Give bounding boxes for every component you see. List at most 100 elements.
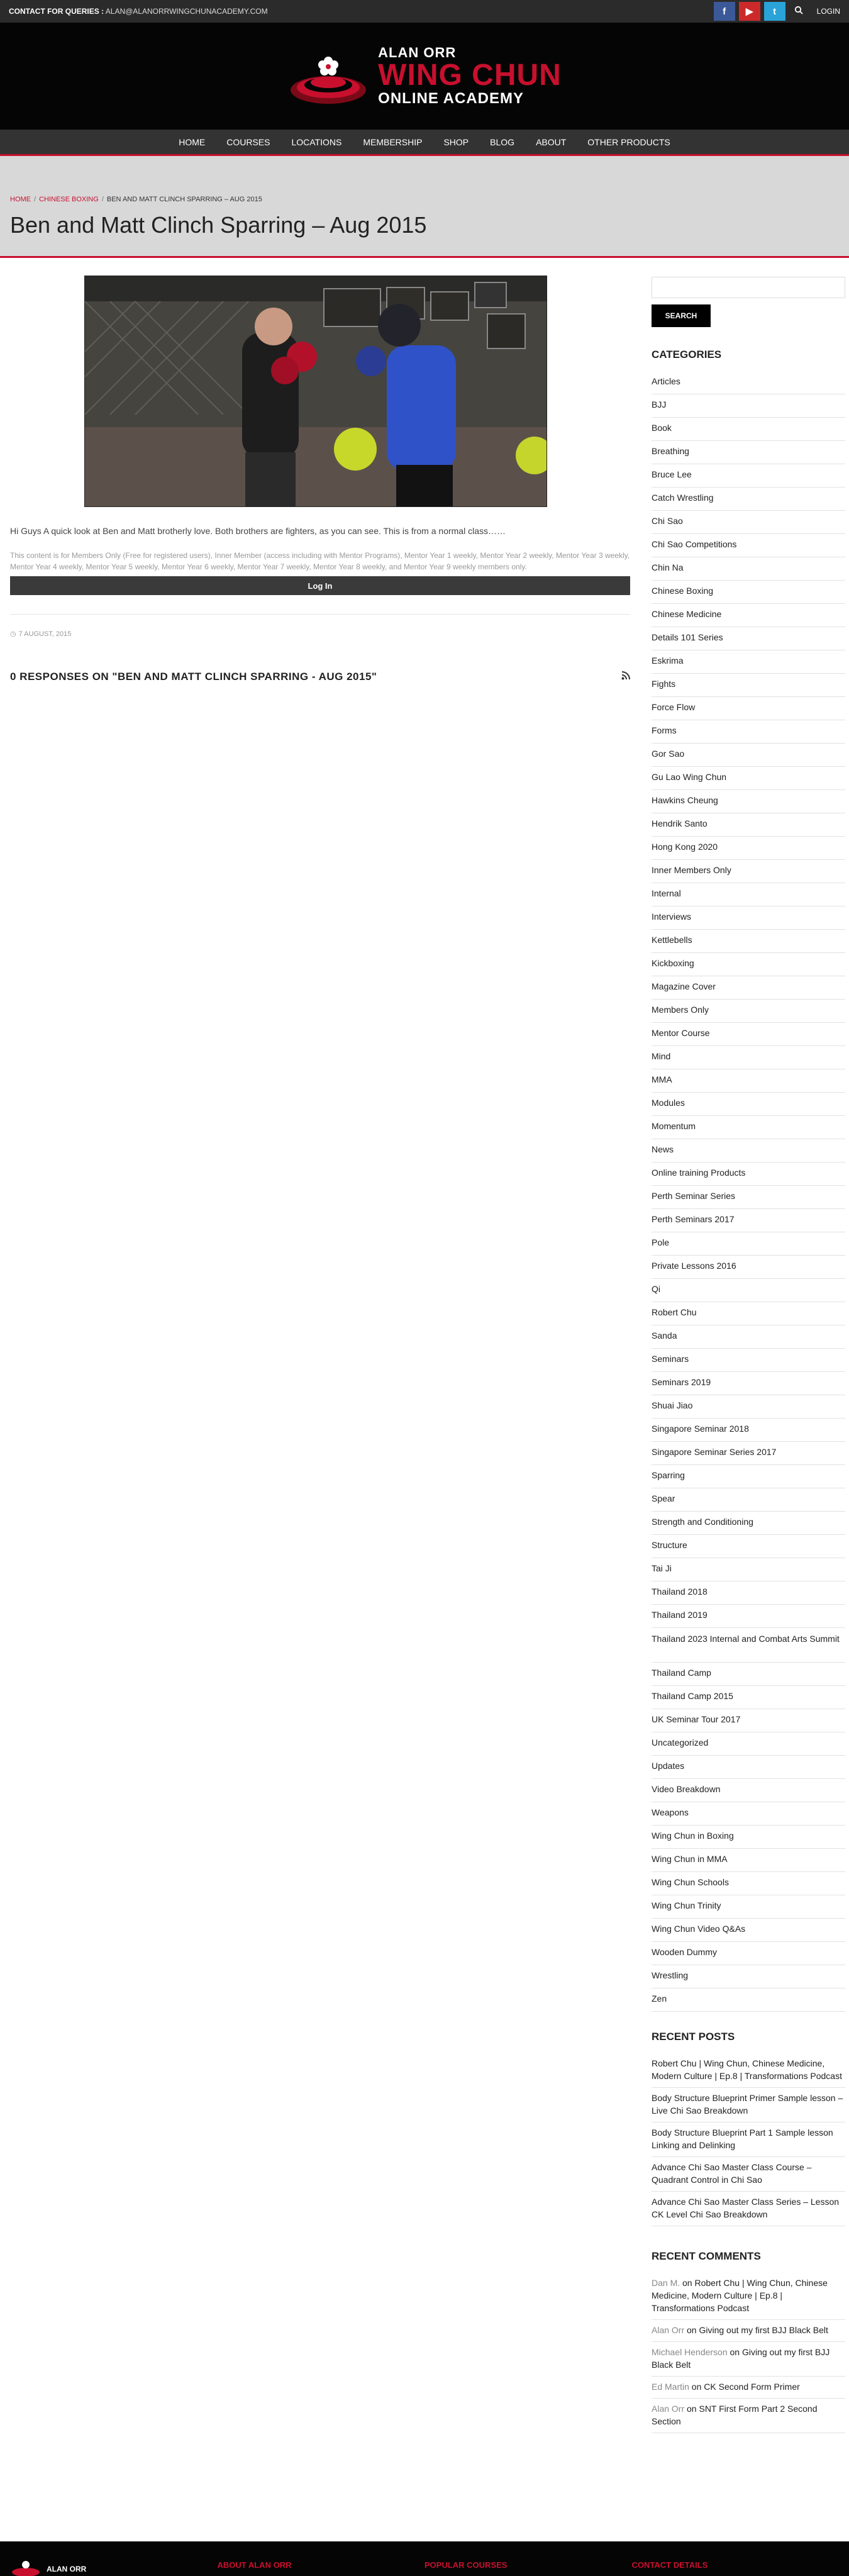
category-item[interactable]: Seminars	[652, 1349, 845, 1372]
category-item[interactable]: Private Lessons 2016	[652, 1256, 845, 1279]
comment-author[interactable]: Ed Martin	[652, 2382, 689, 2392]
category-item[interactable]: Sanda	[652, 1325, 845, 1349]
category-item[interactable]: Breathing	[652, 441, 845, 464]
category-item[interactable]: Thailand 2023 Internal and Combat Arts S…	[652, 1628, 845, 1663]
category-item[interactable]: Forms	[652, 720, 845, 744]
category-item[interactable]: Perth Seminars 2017	[652, 1209, 845, 1232]
category-item[interactable]: Articles	[652, 371, 845, 394]
category-item[interactable]: Gor Sao	[652, 744, 845, 767]
rss-icon[interactable]	[621, 671, 630, 683]
category-item[interactable]: Robert Chu	[652, 1302, 845, 1325]
category-item[interactable]: MMA	[652, 1069, 845, 1093]
category-item[interactable]: Fights	[652, 674, 845, 697]
search-button[interactable]: SEARCH	[652, 304, 711, 327]
category-item[interactable]: Eskrima	[652, 650, 845, 674]
category-item[interactable]: Wing Chun Schools	[652, 1872, 845, 1895]
category-item[interactable]: Interviews	[652, 906, 845, 930]
breadcrumb-category[interactable]: CHINESE BOXING	[39, 196, 99, 203]
footer-logo[interactable]: ALAN ORR	[10, 2541, 218, 2576]
category-item[interactable]: Wrestling	[652, 1965, 845, 1988]
category-item[interactable]: Mind	[652, 1046, 845, 1069]
category-item[interactable]: Seminars 2019	[652, 1372, 845, 1395]
youtube-icon[interactable]: ▶	[738, 2, 760, 21]
category-item[interactable]: Book	[652, 418, 845, 441]
category-item[interactable]: Wing Chun Video Q&As	[652, 1919, 845, 1942]
category-item[interactable]: Weapons	[652, 1802, 845, 1826]
category-item[interactable]: Hendrik Santo	[652, 813, 845, 837]
category-item[interactable]: Tai Ji	[652, 1558, 845, 1581]
comment-author[interactable]: Michael Henderson	[652, 2347, 728, 2357]
nav-shop[interactable]: SHOP	[433, 129, 479, 155]
category-item[interactable]: Wooden Dummy	[652, 1942, 845, 1965]
category-item[interactable]: Mentor Course	[652, 1023, 845, 1046]
category-item[interactable]: Pole	[652, 1232, 845, 1256]
category-item[interactable]: Kettlebells	[652, 930, 845, 953]
nav-locations[interactable]: LOCATIONS	[280, 129, 352, 155]
twitter-icon[interactable]: t	[763, 2, 785, 21]
category-item[interactable]: Details 101 Series	[652, 627, 845, 650]
category-item[interactable]: Gu Lao Wing Chun	[652, 767, 845, 790]
category-item[interactable]: Sparring	[652, 1465, 845, 1488]
category-item[interactable]: UK Seminar Tour 2017	[652, 1709, 845, 1732]
recent-post-item[interactable]: Robert Chu | Wing Chun, Chinese Medicine…	[652, 2053, 845, 2088]
category-item[interactable]: Strength and Conditioning	[652, 1512, 845, 1535]
recent-post-item[interactable]: Advance Chi Sao Master Class Course – Qu…	[652, 2157, 845, 2192]
category-item[interactable]: Singapore Seminar Series 2017	[652, 1442, 845, 1465]
search-input[interactable]	[652, 277, 845, 298]
breadcrumb-home[interactable]: HOME	[10, 196, 31, 203]
nav-courses[interactable]: COURSES	[216, 129, 280, 155]
category-item[interactable]: Thailand Camp 2015	[652, 1686, 845, 1709]
category-item[interactable]: Chinese Medicine	[652, 604, 845, 627]
category-item[interactable]: Zen	[652, 1988, 845, 2012]
login-button[interactable]: Log In	[10, 576, 630, 595]
nav-blog[interactable]: BLOG	[479, 129, 525, 155]
category-item[interactable]: Inner Members Only	[652, 860, 845, 883]
category-item[interactable]: Wing Chun in Boxing	[652, 1826, 845, 1849]
recent-post-item[interactable]: Body Structure Blueprint Primer Sample l…	[652, 2088, 845, 2122]
category-item[interactable]: Perth Seminar Series	[652, 1186, 845, 1209]
login-link[interactable]: LOGIN	[817, 7, 840, 16]
category-item[interactable]: Uncategorized	[652, 1732, 845, 1756]
category-item[interactable]: Chinese Boxing	[652, 581, 845, 604]
category-item[interactable]: Modules	[652, 1093, 845, 1116]
category-item[interactable]: Chin Na	[652, 557, 845, 581]
category-item[interactable]: Magazine Cover	[652, 976, 845, 1000]
site-logo[interactable]: ALAN ORR WING CHUN ONLINE ACADEMY	[287, 45, 562, 108]
category-item[interactable]: Wing Chun in MMA	[652, 1849, 845, 1872]
category-item[interactable]: News	[652, 1139, 845, 1163]
category-item[interactable]: Momentum	[652, 1116, 845, 1139]
comment-author[interactable]: Alan Orr	[652, 2404, 684, 2414]
category-item[interactable]: Shuai Jiao	[652, 1395, 845, 1419]
category-item[interactable]: Video Breakdown	[652, 1779, 845, 1802]
nav-home[interactable]: HOME	[168, 129, 216, 155]
post-featured-image[interactable]	[84, 276, 547, 507]
category-item[interactable]: Thailand 2019	[652, 1605, 845, 1628]
category-item[interactable]: Force Flow	[652, 697, 845, 720]
category-item[interactable]: Hong Kong 2020	[652, 837, 845, 860]
comment-post-link[interactable]: CK Second Form Primer	[704, 2382, 799, 2392]
category-item[interactable]: Catch Wrestling	[652, 488, 845, 511]
category-item[interactable]: Spear	[652, 1488, 845, 1512]
category-item[interactable]: Hawkins Cheung	[652, 790, 845, 813]
contact-email[interactable]: ALAN@ALANORRWINGCHUNACADEMY.COM	[106, 7, 268, 16]
category-item[interactable]: Singapore Seminar 2018	[652, 1419, 845, 1442]
category-item[interactable]: Online training Products	[652, 1163, 845, 1186]
recent-post-item[interactable]: Body Structure Blueprint Part 1 Sample l…	[652, 2122, 845, 2157]
category-item[interactable]: Thailand Camp	[652, 1663, 845, 1686]
comment-author[interactable]: Dan M.	[652, 2278, 680, 2288]
category-item[interactable]: Kickboxing	[652, 953, 845, 976]
category-item[interactable]: Chi Sao Competitions	[652, 534, 845, 557]
search-icon[interactable]	[789, 6, 808, 17]
recent-post-item[interactable]: Advance Chi Sao Master Class Series – Le…	[652, 2192, 845, 2226]
nav-membership[interactable]: MEMBERSHIP	[352, 129, 433, 155]
category-item[interactable]: BJJ	[652, 394, 845, 418]
comment-post-link[interactable]: Giving out my first BJJ Black Belt	[699, 2325, 828, 2335]
nav-about[interactable]: ABOUT	[525, 129, 577, 155]
category-item[interactable]: Qi	[652, 1279, 845, 1302]
category-item[interactable]: Thailand 2018	[652, 1581, 845, 1605]
comment-author[interactable]: Alan Orr	[652, 2325, 684, 2335]
category-item[interactable]: Wing Chun Trinity	[652, 1895, 845, 1919]
category-item[interactable]: Bruce Lee	[652, 464, 845, 488]
category-item[interactable]: Chi Sao	[652, 511, 845, 534]
category-item[interactable]: Internal	[652, 883, 845, 906]
